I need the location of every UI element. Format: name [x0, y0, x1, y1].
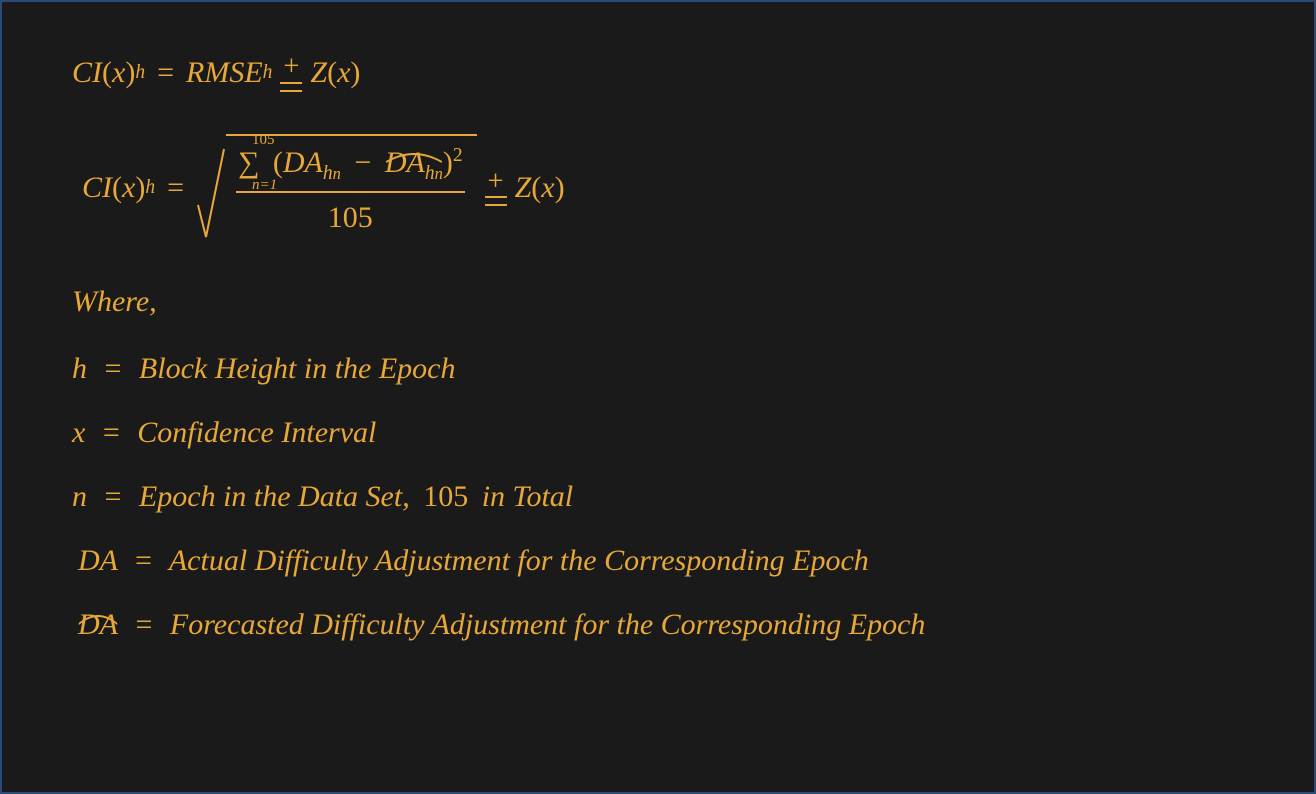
- def-text: Actual Difficulty Adjustment for the Cor…: [169, 544, 869, 577]
- def-text: Confidence Interval: [137, 416, 376, 449]
- count-105: 105: [423, 480, 468, 513]
- rmse-symbol: RMSE: [186, 52, 263, 94]
- da-forecast-hat: DAhn: [385, 142, 443, 187]
- fraction: ∑ 105 n=1 (DAhn − DAhn )2 105: [236, 142, 465, 239]
- var-h: h: [72, 352, 87, 385]
- def-text: Forecasted Difficulty Adjustment for the…: [170, 608, 925, 641]
- sigma-lower-limit: n=1: [252, 175, 277, 196]
- definition-h: h = Block Height in the Epoch: [72, 348, 1244, 390]
- var-x: x: [337, 52, 350, 94]
- hat-icon: [78, 596, 118, 610]
- denominator: 105: [328, 193, 373, 239]
- z-symbol: Z: [310, 52, 327, 94]
- var-x: x: [541, 167, 554, 209]
- definition-da: DA = Actual Difficulty Adjustment for th…: [78, 540, 1244, 582]
- equals-sign: =: [167, 167, 184, 209]
- sigma-upper-limit: 105: [252, 130, 275, 151]
- var-da: DA: [78, 544, 117, 577]
- squared: 2: [453, 145, 463, 166]
- definition-da-hat: DA = Forecasted Difficulty Adjustment fo…: [78, 604, 1244, 646]
- def-text: Epoch in the Data Set,: [139, 480, 410, 513]
- numerator: ∑ 105 n=1 (DAhn − DAhn )2: [236, 142, 465, 191]
- equation-ci-expanded: CI(x)h = ∑ 105 n=1 (DAhn − DAhn ): [82, 134, 1244, 241]
- hat-icon: [385, 134, 443, 148]
- ci-symbol: CI: [72, 52, 102, 94]
- var-x: x: [112, 52, 125, 94]
- subscript-h: h: [145, 174, 155, 201]
- equals-sign: =: [157, 52, 174, 94]
- subscript-h: h: [263, 59, 273, 86]
- square-root-icon: ∑ 105 n=1 (DAhn − DAhn )2 105: [196, 134, 477, 241]
- plus-minus-icon: +: [485, 169, 507, 207]
- equation-ci-rmse: CI(x)h = RMSEh + Z(x): [72, 52, 1244, 94]
- da-hat-symbol: DA: [78, 604, 118, 646]
- def-text: in Total: [482, 480, 573, 513]
- definition-n: n = Epoch in the Data Set, 105 in Total: [72, 476, 1244, 518]
- where-label: Where,: [72, 281, 1244, 323]
- minus-sign: −: [354, 146, 371, 179]
- definition-x: x = Confidence Interval: [72, 412, 1244, 454]
- var-n: n: [72, 480, 87, 513]
- var-x: x: [122, 167, 135, 209]
- def-text: Block Height in the Epoch: [139, 352, 456, 385]
- var-x: x: [72, 416, 85, 449]
- subscript-n: n: [333, 164, 341, 183]
- plus-minus-icon: +: [280, 54, 302, 92]
- ci-symbol: CI: [82, 167, 112, 209]
- subscript-h: h: [135, 59, 145, 86]
- sigma-icon: ∑ 105 n=1: [238, 142, 259, 184]
- subscript-h: h: [323, 163, 333, 184]
- da-actual: DA: [283, 146, 323, 179]
- z-symbol: Z: [515, 167, 532, 209]
